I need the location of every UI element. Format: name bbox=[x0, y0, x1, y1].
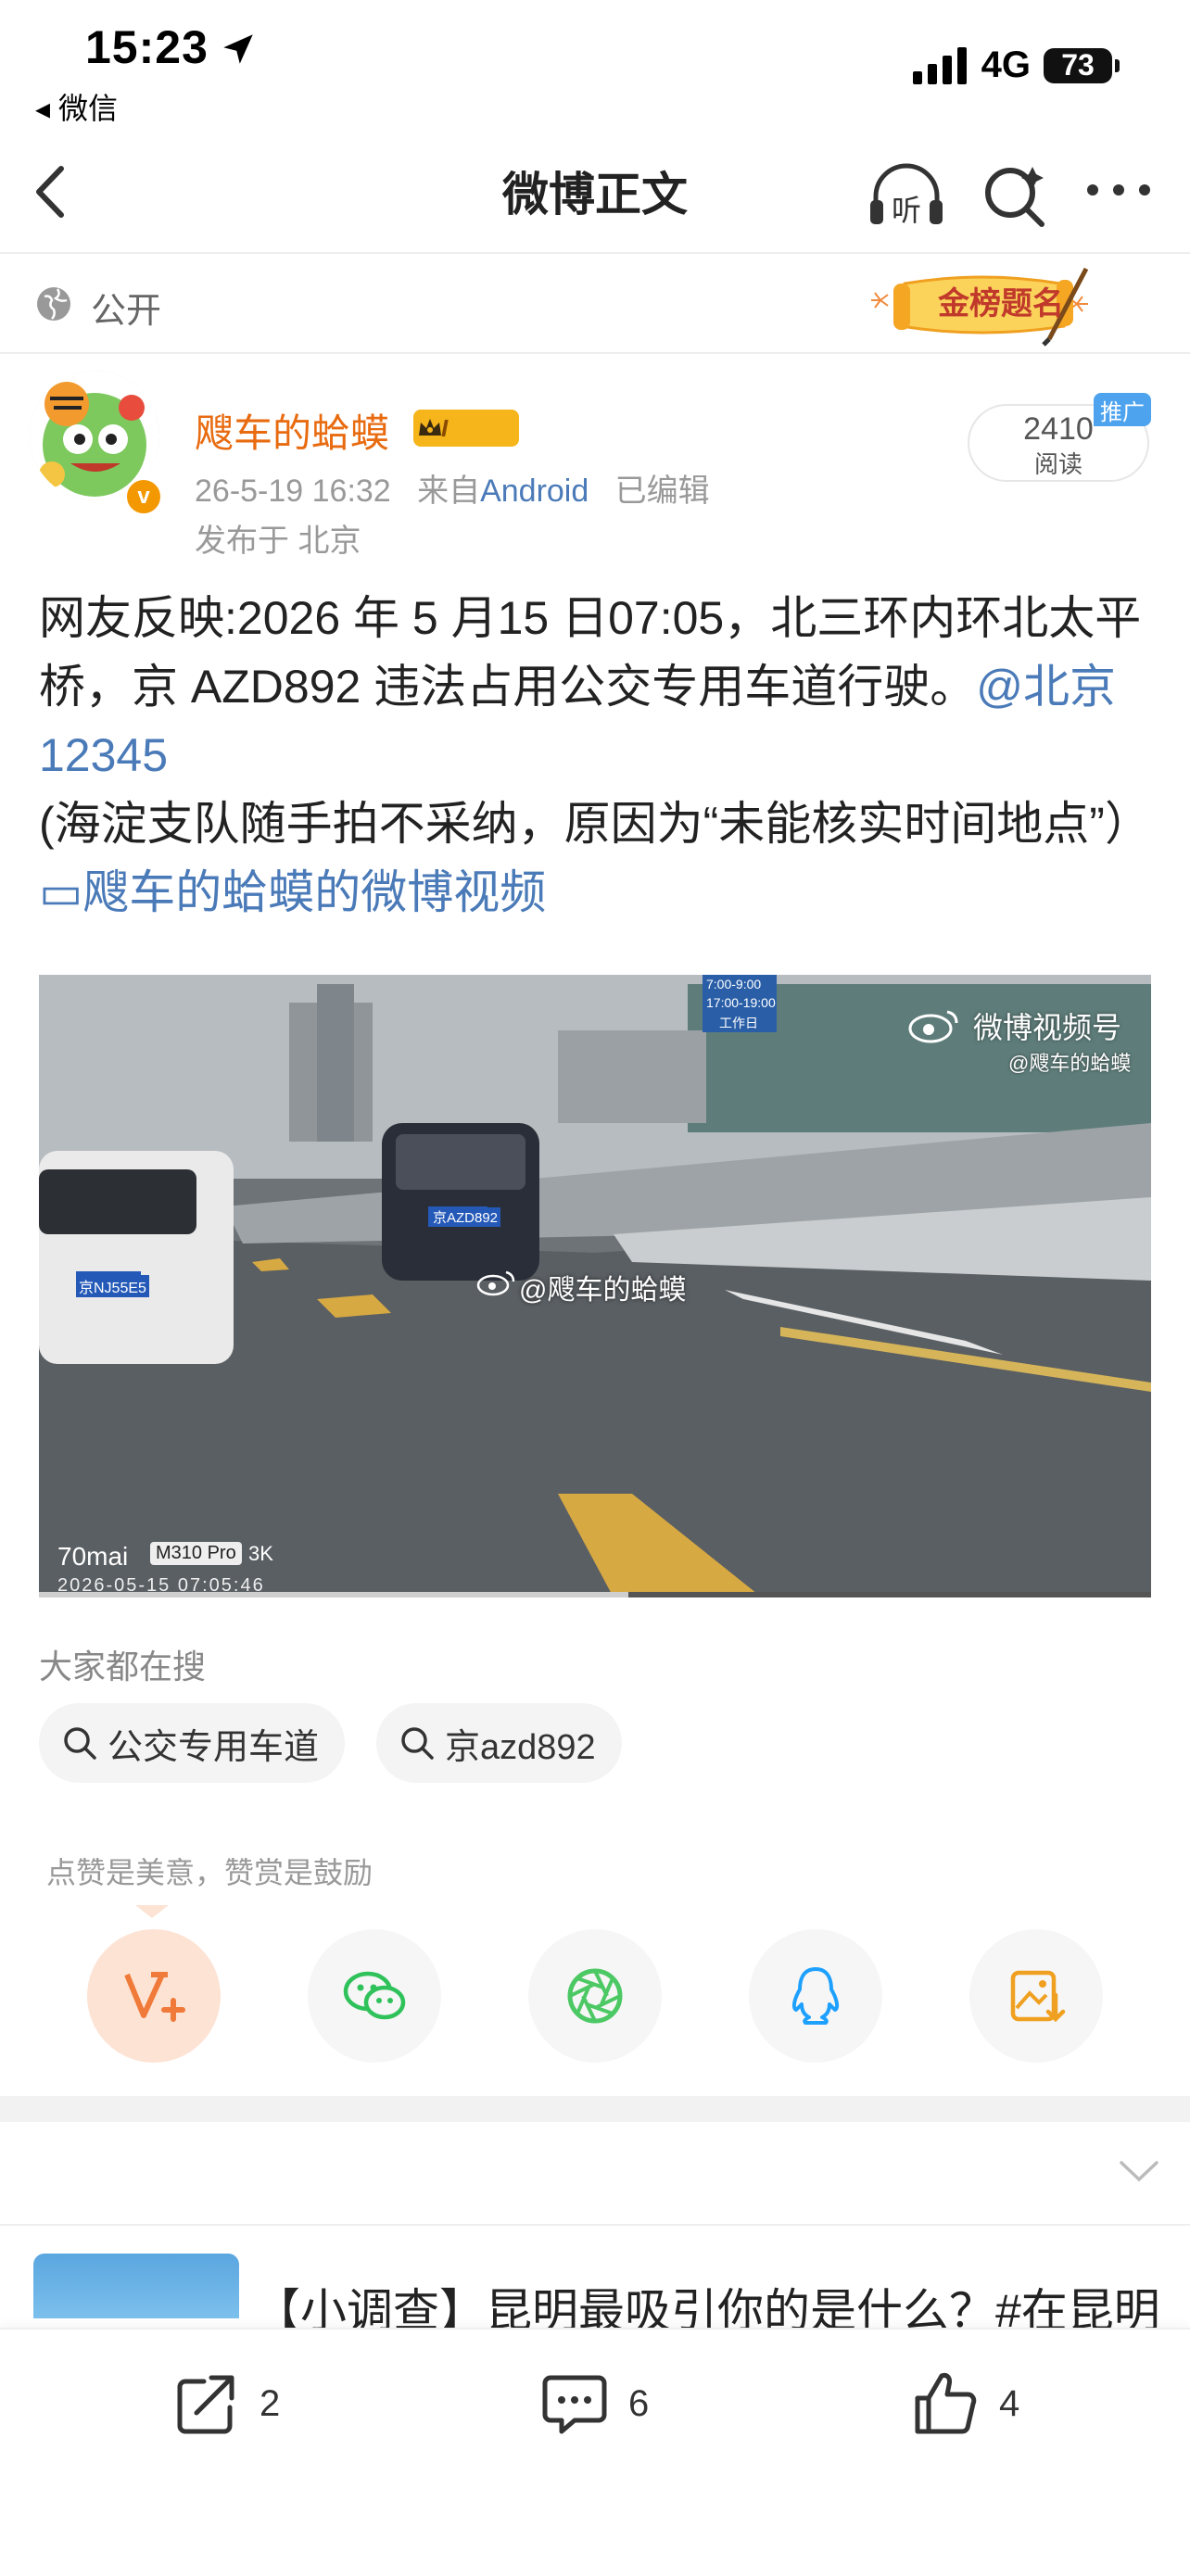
sign-time-1: 7:00-9:00 bbox=[706, 977, 762, 991]
read-count-label: 阅读 bbox=[1033, 450, 1082, 478]
save-image-icon bbox=[1010, 1970, 1066, 2023]
camera-resolution: 3K bbox=[248, 1542, 273, 1565]
listen-headphones-icon[interactable]: 听 bbox=[867, 159, 946, 230]
status-time: 15:23 bbox=[85, 21, 209, 73]
next-post-thumbnail[interactable] bbox=[33, 2254, 239, 2318]
left-car-plate: 京NJ55E5 bbox=[76, 1275, 149, 1297]
member-level-badge[interactable]: I bbox=[413, 410, 519, 447]
reward-pointer bbox=[135, 1905, 169, 1918]
reward-v-plus-icon bbox=[124, 1972, 185, 2022]
wechat-icon bbox=[343, 1971, 406, 2020]
feed-divider bbox=[0, 2224, 1190, 2226]
bottom-action-bar bbox=[0, 2328, 1190, 2576]
author-name[interactable]: 飕车的蛤蟆 bbox=[195, 402, 389, 459]
weibo-logo-icon bbox=[908, 1010, 958, 1043]
like-button[interactable]: 4 bbox=[908, 2367, 1019, 2441]
repost-count: 2 bbox=[260, 2382, 281, 2424]
reward-button[interactable] bbox=[87, 1929, 221, 2063]
video-progress-fill bbox=[39, 1592, 628, 1597]
search-chip[interactable]: 公交专用车道 bbox=[39, 1703, 346, 1783]
post-source[interactable]: Android bbox=[480, 474, 589, 509]
sign-day: 工作日 bbox=[719, 1016, 758, 1030]
visibility-label: 公开 bbox=[91, 292, 162, 331]
battery-icon: 73 bbox=[1044, 47, 1120, 83]
chevron-down-icon[interactable] bbox=[1118, 2159, 1160, 2183]
repost-button[interactable]: 2 bbox=[169, 2367, 280, 2441]
sign-time-2: 17:00-19:00 bbox=[706, 995, 776, 1010]
search-chip-label: 公交专用车道 bbox=[108, 1727, 320, 1767]
post-timestamp: 26-5-19 16:32 bbox=[195, 474, 391, 509]
weibo-watermark-icon bbox=[476, 1270, 515, 1296]
search-icon bbox=[401, 1727, 434, 1760]
camera-brand: 70mai bbox=[57, 1542, 129, 1571]
video-progress-bar[interactable] bbox=[39, 1592, 1151, 1597]
video-watermark: 微博视频号 bbox=[973, 1011, 1122, 1044]
back-to-app[interactable]: ◂ 微信 bbox=[35, 85, 118, 128]
comment-button[interactable]: 6 bbox=[538, 2367, 649, 2441]
video-center-watermark: @飕车的蛤蟆 bbox=[519, 1275, 687, 1306]
verified-badge: v bbox=[124, 477, 163, 516]
search-chip-label: 京azd892 bbox=[445, 1727, 596, 1767]
comment-icon bbox=[542, 2375, 607, 2434]
network-type: 4G bbox=[981, 44, 1031, 85]
share-moments-button[interactable] bbox=[528, 1929, 662, 2063]
save-image-button[interactable] bbox=[969, 1929, 1103, 2063]
share-qq-button[interactable] bbox=[749, 1929, 882, 2063]
visibility-divider bbox=[0, 352, 1190, 354]
post-meta: 26-5-19 16:32 来自Android 已编辑 bbox=[195, 465, 710, 511]
section-separator bbox=[0, 2096, 1190, 2122]
globe-icon bbox=[37, 287, 70, 321]
comment-count: 6 bbox=[628, 2382, 650, 2424]
trending-search-heading: 大家都在搜 bbox=[39, 1648, 207, 1686]
nav-divider bbox=[0, 252, 1190, 254]
like-count: 4 bbox=[999, 2382, 1020, 2424]
share-wechat-button[interactable] bbox=[308, 1929, 441, 2063]
search-icon bbox=[64, 1727, 96, 1760]
moments-aperture-icon bbox=[567, 1968, 623, 2024]
post-body: 网友反映:2026 年 5 月15 日07:05，北三环内环北太平桥，京 AZD… bbox=[39, 584, 1160, 927]
post-location: 发布于 北京 bbox=[195, 524, 361, 559]
badge-text: 金榜题名 bbox=[938, 285, 1064, 322]
promote-tag[interactable]: 推广 bbox=[1094, 393, 1151, 426]
edited-label[interactable]: 已编辑 bbox=[615, 474, 710, 509]
status-indicators: 4G 73 bbox=[912, 44, 1120, 86]
repost-icon bbox=[177, 2375, 234, 2434]
post-text-note: (海淀支队随手拍不采纳，原因为“未能核实时间地点”） bbox=[39, 798, 1151, 850]
video-watermark-sub: @飕车的蛤蟆 bbox=[1008, 1052, 1132, 1075]
qq-penguin-icon bbox=[791, 1967, 840, 2025]
signal-icon bbox=[912, 46, 967, 84]
listen-label: 听 bbox=[892, 193, 921, 228]
search-chip[interactable]: 京azd892 bbox=[376, 1703, 622, 1783]
center-car-plate: 京AZD892 bbox=[430, 1207, 501, 1227]
video-link[interactable]: ▭飕车的蛤蟆的微博视频 bbox=[39, 866, 546, 918]
location-arrow-icon bbox=[223, 34, 253, 64]
crown-icon bbox=[419, 419, 441, 436]
search-icon[interactable] bbox=[981, 159, 1049, 230]
source-prefix: 来自 bbox=[417, 474, 481, 509]
more-options-icon[interactable] bbox=[1084, 176, 1153, 204]
reward-heading: 点赞是美意，赞赏是鼓励 bbox=[46, 1856, 373, 1889]
camera-model: M310 Pro bbox=[150, 1542, 242, 1565]
thumbs-up-icon bbox=[915, 2373, 977, 2434]
